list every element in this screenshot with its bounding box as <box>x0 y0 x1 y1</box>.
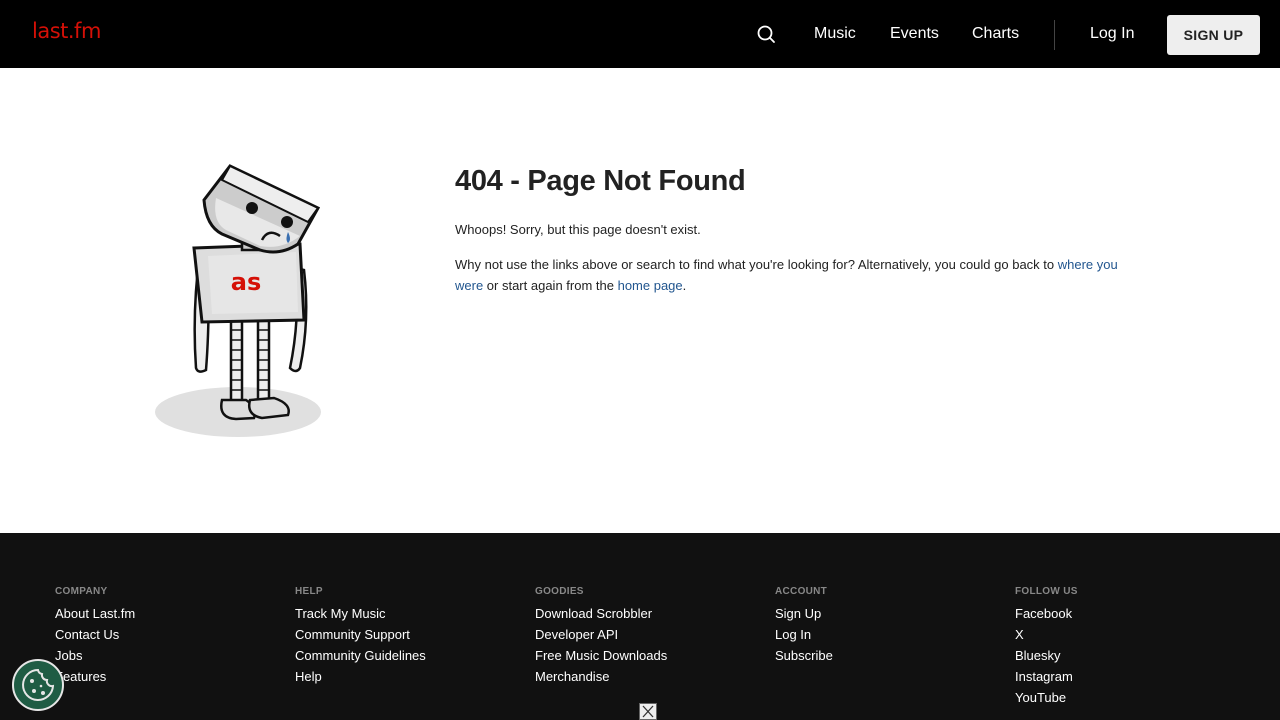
footer-link-instagram[interactable]: Instagram <box>1015 666 1078 687</box>
footer-link-facebook[interactable]: Facebook <box>1015 603 1078 624</box>
footer-column-company: COMPANY About Last.fm Contact Us Jobs Fe… <box>55 585 135 687</box>
sorry-message: Whoops! Sorry, but this page doesn't exi… <box>455 222 701 237</box>
footer-link-youtube[interactable]: YouTube <box>1015 687 1078 708</box>
footer-heading: GOODIES <box>535 586 584 597</box>
footer-link-free-music-downloads[interactable]: Free Music Downloads <box>535 645 667 666</box>
footer-column-follow-us: FOLLOW US Facebook X Bluesky Instagram Y… <box>1015 585 1078 708</box>
signup-button[interactable]: SIGN UP <box>1167 15 1260 55</box>
search-icon[interactable] <box>754 22 778 46</box>
footer-heading: COMPANY <box>55 586 108 597</box>
footer-link-help[interactable]: Help <box>295 666 426 687</box>
robot-lastfm-logo: as <box>231 268 261 296</box>
footer-heading: HELP <box>295 586 323 597</box>
footer-link-jobs[interactable]: Jobs <box>55 645 135 666</box>
footer-link-about[interactable]: About Last.fm <box>55 603 135 624</box>
magnifier-glyph <box>757 25 775 43</box>
lastfm-logo[interactable]: last.fm <box>32 19 101 43</box>
footer-heading: FOLLOW US <box>1015 586 1078 597</box>
footer-link-features[interactable]: Features <box>55 666 135 687</box>
nav-divider <box>1054 20 1055 50</box>
site-footer: COMPANY About Last.fm Contact Us Jobs Fe… <box>0 533 1280 720</box>
footer-link-community-support[interactable]: Community Support <box>295 624 426 645</box>
footer-link-community-guidelines[interactable]: Community Guidelines <box>295 645 426 666</box>
close-x-glyph <box>642 705 654 718</box>
page-title: 404 - Page Not Found <box>455 165 746 197</box>
top-navigation-bar: last.fm Music Events Charts Log In SIGN … <box>0 0 1280 68</box>
footer-link-download-scrobbler[interactable]: Download Scrobbler <box>535 603 667 624</box>
footer-heading: ACCOUNT <box>775 586 828 597</box>
footer-link-bluesky[interactable]: Bluesky <box>1015 645 1078 666</box>
footer-link-track-my-music[interactable]: Track My Music <box>295 603 426 624</box>
close-icon[interactable] <box>639 703 657 720</box>
cookie-settings-button[interactable] <box>12 659 64 711</box>
footer-column-goodies: GOODIES Download Scrobbler Developer API… <box>535 585 667 687</box>
help-message: Why not use the links above or search to… <box>455 254 1135 296</box>
nav-charts-link[interactable]: Charts <box>972 24 1019 44</box>
help-message-text-2: or start again from the <box>483 278 618 293</box>
footer-link-x[interactable]: X <box>1015 624 1078 645</box>
help-message-text-3: . <box>682 278 687 293</box>
sad-robot-illustration: as <box>150 160 330 445</box>
footer-link-contact[interactable]: Contact Us <box>55 624 135 645</box>
footer-link-merchandise[interactable]: Merchandise <box>535 666 667 687</box>
footer-link-log-in[interactable]: Log In <box>775 624 833 645</box>
nav-music-link[interactable]: Music <box>814 24 856 44</box>
footer-link-subscribe[interactable]: Subscribe <box>775 645 833 666</box>
home-page-link[interactable]: home page <box>618 278 683 293</box>
help-message-text-1: Why not use the links above or search to… <box>455 257 1058 272</box>
footer-column-help: HELP Track My Music Community Support Co… <box>295 585 426 687</box>
login-link[interactable]: Log In <box>1090 24 1134 44</box>
footer-column-account: ACCOUNT Sign Up Log In Subscribe <box>775 585 833 666</box>
footer-link-developer-api[interactable]: Developer API <box>535 624 667 645</box>
cookie-icon <box>22 668 55 701</box>
footer-link-sign-up[interactable]: Sign Up <box>775 603 833 624</box>
nav-events-link[interactable]: Events <box>890 24 939 44</box>
